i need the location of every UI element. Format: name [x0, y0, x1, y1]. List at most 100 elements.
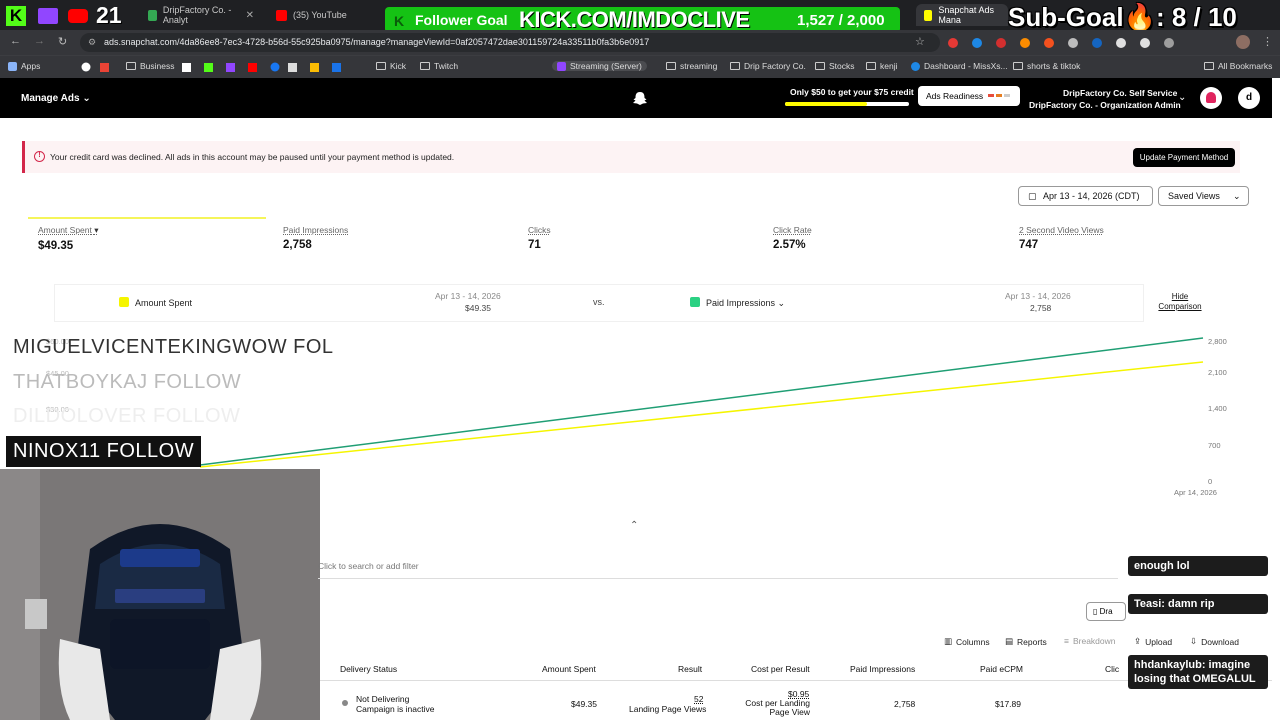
bookmark-twitch[interactable]: Twitch [420, 61, 458, 71]
column-header[interactable]: Delivery Status [340, 664, 397, 674]
reports-button[interactable]: ▤ Reports [1005, 636, 1047, 647]
bookmark-drip-factory[interactable]: Drip Factory Co. [730, 61, 806, 71]
tab-label: DripFactory Co. - Analyt [162, 5, 232, 25]
stat-value: 2.57% [773, 239, 806, 251]
stat-label: Click Rate [773, 225, 812, 235]
stat-label: Clicks [528, 225, 551, 235]
notification-bell-icon[interactable] [1200, 87, 1222, 109]
follow-alert: DILDOLOVER FOLLOW [13, 405, 241, 427]
bookmark-star-icon[interactable]: ☆ [915, 35, 925, 48]
column-header[interactable]: Cost per Result [751, 664, 810, 674]
y-axis-tick: 1,400 [1208, 404, 1227, 413]
folder-icon [730, 62, 740, 70]
snapchat-ghost-icon[interactable] [632, 91, 648, 106]
follower-goal-count: 1,527 / 2,000 [797, 12, 885, 29]
url-input[interactable]: ⚙ ads.snapchat.com/4da86ee8-7ec3-4728-b5… [80, 33, 940, 52]
ads-readiness-button[interactable]: Ads Readiness [918, 86, 1020, 106]
tab-label: (35) YouTube [293, 10, 347, 20]
profile-avatar[interactable] [1236, 35, 1250, 49]
bookmark-label: kenji [880, 61, 898, 71]
chevron-down-icon[interactable]: ⌄ [1178, 92, 1186, 103]
bookmark-stocks[interactable]: Stocks [815, 61, 855, 71]
hide-comparison-link[interactable]: Hide Comparison [1155, 292, 1205, 312]
apps-icon [8, 61, 17, 71]
tab-snapchat-ads[interactable]: Snapchat Ads Mana [916, 4, 1008, 26]
twitch-logo-icon [38, 8, 58, 24]
column-header[interactable]: Paid Impressions [850, 664, 915, 674]
latest-follow-alert: NINOX11 FOLLOW [6, 436, 201, 467]
stat-video-views[interactable]: 2 Second Video Views 747 [1019, 225, 1104, 251]
manage-ads-menu[interactable]: Manage Ads ⌄ [21, 93, 91, 104]
compare-right-metric[interactable]: Paid Impressions ⌄ [690, 297, 785, 309]
result-cell[interactable]: 52 [694, 694, 703, 704]
divider [318, 578, 1118, 579]
stat-label: Paid Impressions [283, 225, 349, 235]
org-name[interactable]: DripFactory Co. Self Service [1063, 88, 1177, 98]
credit-promo-text[interactable]: Only $50 to get your $75 credit [790, 87, 914, 97]
menu-icon[interactable]: ⋮ [1262, 35, 1273, 48]
back-icon[interactable]: ← [10, 35, 21, 47]
alert-message: Your credit card was declined. All ads i… [50, 152, 455, 162]
chevron-down-icon: ⌄ [777, 298, 786, 308]
kick-logo-icon: K [394, 13, 405, 29]
compare-left-value: $49.35 [465, 303, 491, 313]
column-header[interactable]: Amount Spent [542, 664, 596, 674]
bookmark-favicons[interactable] [80, 62, 370, 73]
address-bar: ← → ↻ ⚙ ads.snapchat.com/4da86ee8-7ec3-4… [0, 30, 1280, 55]
bookmark-kenji[interactable]: kenji [866, 61, 897, 71]
chat-message: enough lol [1128, 556, 1268, 576]
extension-icons[interactable] [945, 36, 1185, 50]
bookmark-streaming[interactable]: streaming [666, 61, 717, 71]
bookmark-all[interactable]: All Bookmarks [1204, 61, 1272, 71]
column-header[interactable]: Paid eCPM [980, 664, 1023, 674]
stat-value: 71 [528, 239, 541, 251]
reload-icon[interactable]: ↻ [58, 35, 67, 48]
bookmark-label: streaming [680, 61, 718, 71]
bookmark-kick[interactable]: Kick [376, 61, 406, 71]
tab-youtube[interactable]: (35) YouTube [268, 4, 378, 26]
reports-icon: ▤ [1005, 636, 1014, 646]
stat-paid-impressions[interactable]: Paid Impressions 2,758 [283, 225, 348, 251]
calendar-icon: ▢ [1028, 191, 1037, 201]
youtube-icon [276, 9, 287, 21]
stat-amount-spent[interactable]: Amount Spent ▾ $49.35 [38, 225, 99, 252]
follower-goal-label: Follower Goal [415, 12, 508, 28]
columns-button[interactable]: ▥ Columns [944, 636, 990, 647]
sub-goal-overlay: Sub-Goal🔥: 8 / 10 [1008, 2, 1237, 33]
vs-label: vs. [593, 297, 605, 307]
date-range-picker[interactable]: ▢ Apr 13 - 14, 2026 (CDT) [1018, 186, 1153, 206]
stat-click-rate[interactable]: Click Rate 2.57% [773, 225, 812, 251]
filter-search-bar[interactable]: Click to search or add filter [318, 556, 1118, 578]
viewer-count: 21 [96, 2, 122, 28]
close-icon[interactable]: ✕ [246, 10, 254, 21]
user-avatar[interactable]: d [1238, 87, 1260, 109]
tab-dripfactory[interactable]: DripFactory Co. - Analyt ✕ [140, 4, 262, 26]
dashboard-icon [911, 61, 920, 71]
column-header[interactable]: Result [678, 664, 702, 674]
filter-placeholder: Click to search or add filter [318, 561, 419, 571]
active-stat-indicator [28, 217, 266, 219]
update-payment-button[interactable]: Update Payment Method [1133, 148, 1235, 167]
collapse-chart-icon[interactable]: ⌃ [630, 520, 638, 531]
compare-right-dates: Apr 13 - 14, 2026 [1005, 291, 1071, 301]
status-dot-icon [342, 700, 348, 706]
site-info-icon[interactable]: ⚙ [88, 33, 96, 52]
bookmark-dashboard[interactable]: Dashboard - MissXs... [911, 61, 1008, 71]
bookmark-shorts[interactable]: shorts & tiktok [1013, 61, 1080, 71]
series-line-amount-spent [199, 361, 1204, 468]
bookmark-apps[interactable]: Apps [8, 61, 40, 71]
org-role: DripFactory Co. - Organization Admin [1029, 100, 1181, 110]
delivery-status-sub: Campaign is inactive [356, 704, 435, 714]
kick-logo-icon: K [6, 6, 26, 26]
readiness-bar-icon [988, 94, 994, 97]
credit-promo-progress [785, 102, 909, 106]
breakdown-button[interactable]: ≡ Breakdown [1064, 636, 1116, 646]
bookmark-streaming-server[interactable]: Streaming (Server) [552, 61, 647, 71]
result-sub: Landing Page Views [629, 704, 707, 714]
bookmark-label: All Bookmarks [1218, 61, 1273, 71]
paid-impressions-cell: 2,758 [894, 699, 916, 709]
stat-clicks[interactable]: Clicks 71 [528, 225, 551, 251]
saved-views-dropdown[interactable]: Saved Views ⌄ [1158, 186, 1249, 206]
forward-icon[interactable]: → [34, 35, 45, 47]
bookmark-label: shorts & tiktok [1027, 61, 1081, 71]
